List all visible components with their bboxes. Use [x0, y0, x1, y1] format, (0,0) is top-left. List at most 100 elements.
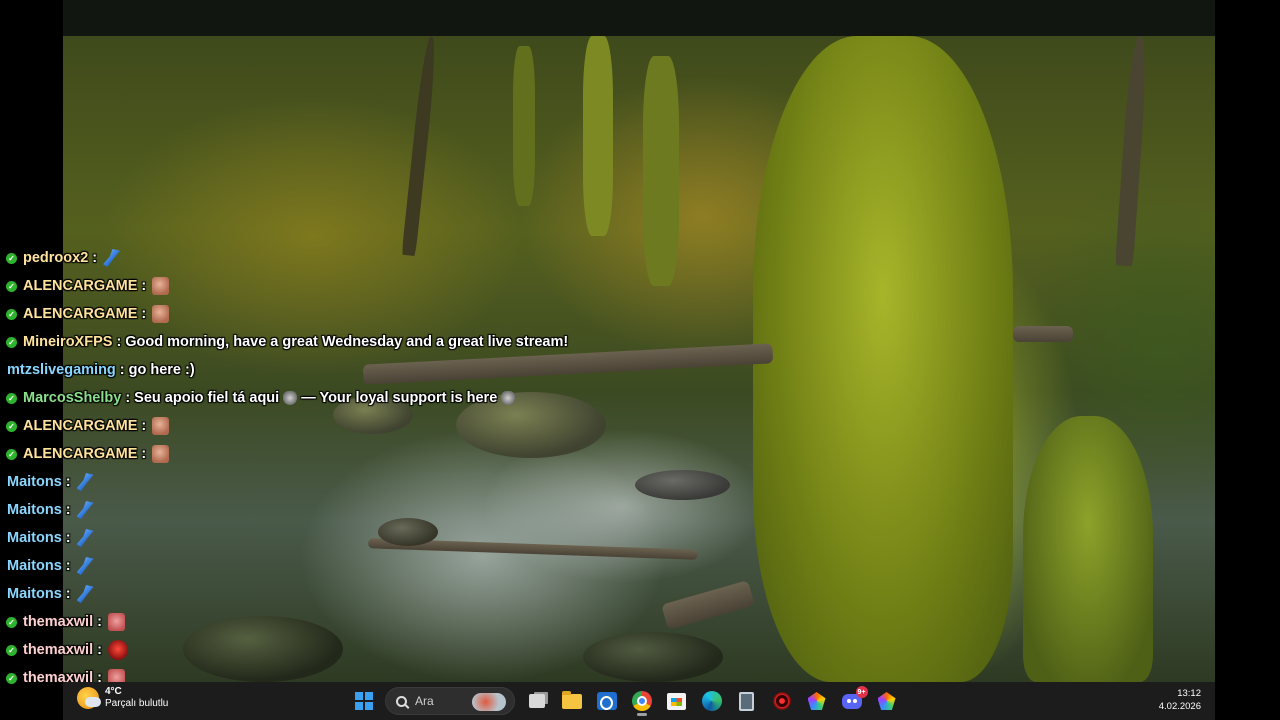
feather-emote-icon [76, 501, 94, 519]
discord-notification-badge: 9+ [855, 686, 868, 698]
chat-message: ✓ ALENCARGAME: [0, 272, 620, 300]
folder-icon [561, 690, 582, 709]
chat-separator: : [65, 474, 71, 490]
chat-message: ✓ ALENCARGAME: [0, 440, 620, 468]
weather-temperature: 4°C [105, 686, 122, 697]
chat-message: Maitons: [0, 524, 620, 552]
chat-username: MarcosShelby [23, 390, 122, 406]
start-button[interactable] [348, 685, 380, 717]
chat-text: go here :) [128, 362, 195, 378]
chat-username: Maitons [7, 502, 62, 518]
store-button[interactable] [661, 685, 693, 717]
pink-emote-icon [107, 613, 125, 631]
verified-badge-icon: ✓ [6, 616, 17, 628]
stream-chat-overlay: ✓ pedroox2: ✓ ALENCARGAME: ✓ ALENCARGAME: ✓ Min… [0, 244, 620, 692]
chrome-button[interactable] [626, 685, 658, 717]
chat-username: pedroox2 [23, 250, 89, 266]
chat-username: Maitons [7, 474, 62, 490]
chat-text: Seu apoio fiel tá aqui [134, 390, 280, 406]
verified-badge-icon: ✓ [6, 280, 17, 292]
feather-emote-icon [76, 473, 94, 491]
chat-username: ALENCARGAME [23, 278, 138, 294]
chat-separator: : [116, 334, 122, 350]
chat-username: ALENCARGAME [23, 306, 138, 322]
chat-username: MineiroXFPS [23, 334, 113, 350]
chat-username: mtzslivegaming [7, 362, 116, 378]
verified-badge-icon: ✓ [6, 392, 17, 404]
search-placeholder: Ara [415, 694, 434, 708]
calculator-icon [739, 691, 754, 711]
outlook-button[interactable] [591, 685, 623, 717]
chat-username: Maitons [7, 558, 62, 574]
windows-taskbar: 4°C Parçalı bulutlu Ara 9+ 13:12 4.02.20… [63, 682, 1215, 720]
clock-time: 13:12 [1177, 688, 1201, 699]
chat-message: ✓ themaxwil: [0, 608, 620, 636]
chat-username: Maitons [7, 586, 62, 602]
chat-separator: : [141, 418, 147, 434]
edge-button[interactable] [696, 685, 728, 717]
chat-message: Maitons: [0, 552, 620, 580]
red-emote-icon [107, 640, 128, 660]
chat-username: ALENCARGAME [23, 446, 138, 462]
file-explorer-button[interactable] [556, 685, 588, 717]
chat-separator: : [65, 558, 71, 574]
weather-condition: Parçalı bulutlu [105, 698, 169, 709]
chat-separator: : [125, 390, 131, 406]
chat-message: ✓ MarcosShelby: Seu apoio fiel tá aqui — Yo… [0, 384, 620, 412]
chat-separator: : [119, 362, 125, 378]
partly-cloudy-icon [77, 687, 101, 709]
face-emote-icon [152, 305, 170, 323]
verified-badge-icon: ✓ [6, 420, 17, 432]
chat-separator: : [141, 306, 147, 322]
outlook-icon [596, 692, 617, 710]
chat-separator: : [97, 642, 102, 658]
calculator-button[interactable] [731, 685, 763, 717]
chat-separator: : [65, 530, 71, 546]
chat-separator: : [65, 502, 71, 518]
gem-app-2-button[interactable] [871, 685, 903, 717]
verified-badge-icon: ✓ [6, 644, 17, 656]
chat-message: ✓ ALENCARGAME: [0, 412, 620, 440]
gem-icon [877, 692, 896, 710]
chat-separator: : [97, 614, 102, 630]
verified-badge-icon: ✓ [6, 336, 17, 348]
feather-emote-icon [103, 249, 121, 267]
task-view-button[interactable] [521, 685, 553, 717]
target-app-button[interactable] [766, 685, 798, 717]
chat-username: themaxwil [23, 614, 94, 630]
wolf-emote-icon [283, 391, 298, 405]
chat-separator: : [92, 250, 98, 266]
feather-emote-icon [76, 529, 94, 547]
taskbar-center: Ara 9+ [346, 685, 904, 717]
chat-separator: : [141, 278, 147, 294]
taskbar-search-box[interactable]: Ara [385, 687, 515, 715]
target-icon [772, 692, 791, 710]
chat-message: Maitons: [0, 580, 620, 608]
feather-emote-icon [76, 557, 94, 575]
verified-badge-icon: ✓ [6, 308, 17, 320]
chat-username: ALENCARGAME [23, 418, 138, 434]
chat-message: Maitons: [0, 496, 620, 524]
chat-message: ✓ ALENCARGAME: [0, 300, 620, 328]
gem-icon [807, 692, 826, 710]
system-clock[interactable]: 13:12 4.02.2026 [1159, 687, 1201, 713]
chat-text-translation: — Your loyal support is here [301, 390, 498, 406]
top-bar [63, 0, 1215, 36]
wolf-emote-icon [501, 391, 516, 405]
face-emote-icon [152, 445, 170, 463]
search-highlight-icon [472, 693, 506, 711]
weather-widget[interactable]: 4°C Parçalı bulutlu [77, 686, 168, 710]
chrome-icon [631, 691, 652, 711]
chat-message: ✓ pedroox2: [0, 244, 620, 272]
chat-separator: : [65, 586, 71, 602]
discord-button[interactable]: 9+ [836, 685, 868, 717]
chat-username: Maitons [7, 530, 62, 546]
task-view-icon [528, 694, 545, 708]
face-emote-icon [152, 277, 170, 295]
chat-message: ✓ themaxwil: [0, 636, 620, 664]
gem-app-button[interactable] [801, 685, 833, 717]
chat-text: Good morning, have a great Wednesday and… [125, 334, 569, 350]
chat-username: themaxwil [23, 642, 94, 658]
search-icon [396, 695, 407, 707]
windows-logo-icon [354, 692, 373, 710]
